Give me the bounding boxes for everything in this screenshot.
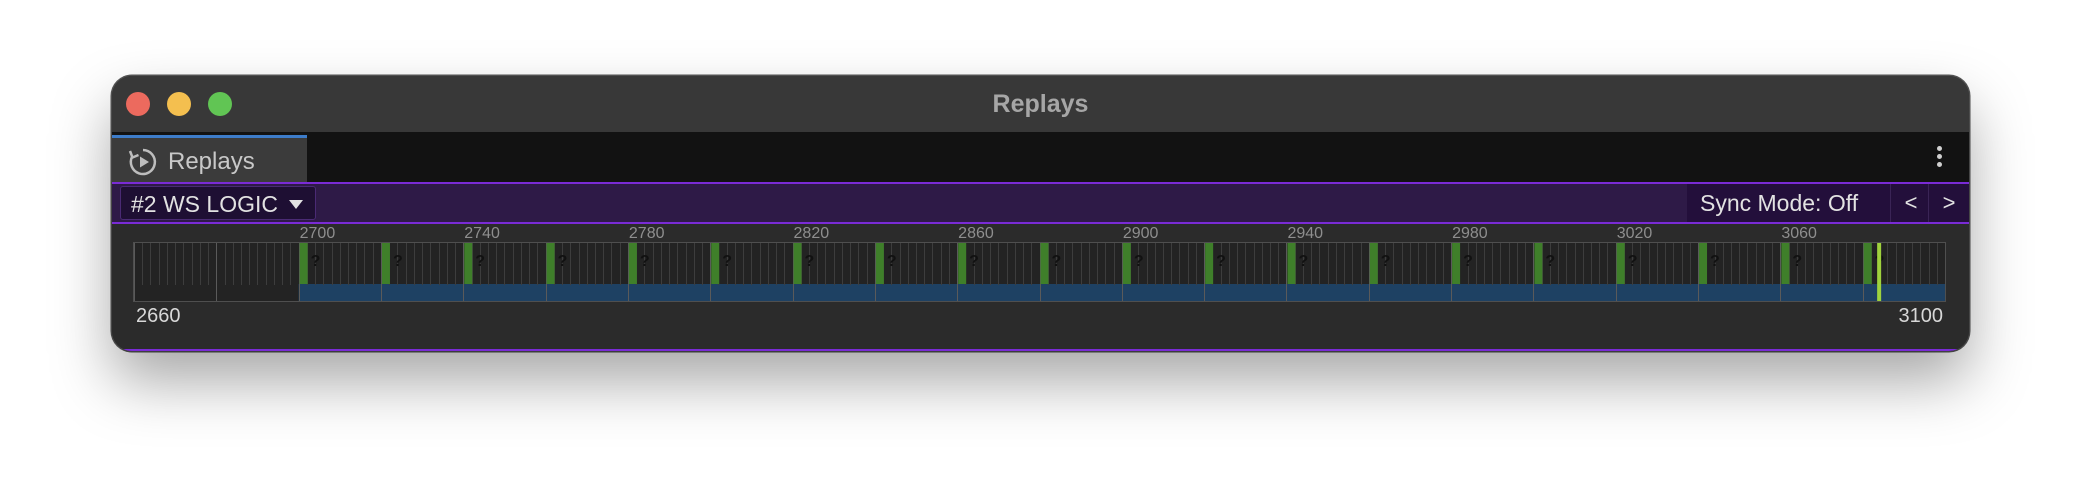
frame-marker[interactable] xyxy=(958,243,967,284)
frame-marker[interactable] xyxy=(1534,243,1543,284)
tick-label: 2980 xyxy=(1452,225,1488,242)
range-min-label: 2660 xyxy=(136,305,181,327)
timeline-track[interactable]: ???????????????????? 2700 2740 2780 2820 286… xyxy=(133,225,1946,302)
tick-label: 3020 xyxy=(1616,225,1653,242)
sync-mode-label: Sync Mode: Off xyxy=(1700,190,1859,216)
frame-marker[interactable] xyxy=(711,243,720,284)
frame-marker-label: ? xyxy=(722,253,732,270)
replay-source-dropdown[interactable]: #2 WS LOGIC xyxy=(120,186,316,220)
tick-label: 2860 xyxy=(958,225,994,242)
frame-marker-label: ? xyxy=(1792,253,1802,270)
frame-marker-label: ? xyxy=(393,253,403,270)
window-title: Replays xyxy=(992,90,1089,118)
title-bar: Replays xyxy=(112,76,1969,132)
next-frame-button[interactable]: > xyxy=(1928,184,1969,222)
frame-marker[interactable] xyxy=(628,243,637,284)
previous-frame-button[interactable]: < xyxy=(1890,184,1931,222)
frame-marker[interactable] xyxy=(1863,243,1872,284)
frame-marker[interactable] xyxy=(1122,243,1131,284)
tick-label: 2700 xyxy=(299,225,336,242)
frame-marker-label: ? xyxy=(1628,253,1638,270)
frame-marker[interactable] xyxy=(1616,243,1625,284)
dropdown-value: #2 WS LOGIC xyxy=(131,191,278,217)
tick-label: 2740 xyxy=(464,225,500,242)
frame-marker-label: ? xyxy=(1134,253,1144,270)
tick-label: 2820 xyxy=(793,225,830,242)
frame-marker-label: ? xyxy=(1545,253,1555,270)
frame-marker-label: ? xyxy=(1710,253,1720,270)
frame-marker-label: ? xyxy=(1463,253,1473,270)
frame-marker-label: ? xyxy=(558,253,568,270)
frame-marker[interactable] xyxy=(1699,243,1708,284)
tick-label: 3060 xyxy=(1781,225,1817,242)
frame-marker-label: ? xyxy=(640,253,650,270)
playhead[interactable] xyxy=(1877,243,1882,301)
frame-marker-label: ? xyxy=(1298,253,1308,270)
frame-marker[interactable] xyxy=(793,243,802,284)
frame-marker-label: ? xyxy=(311,253,321,270)
frame-marker[interactable] xyxy=(1452,243,1461,284)
frame-marker-label: ? xyxy=(805,253,815,270)
frame-marker[interactable] xyxy=(381,243,390,284)
frame-marker-label: ? xyxy=(887,253,897,270)
sync-mode-button[interactable]: Sync Mode: Off xyxy=(1687,184,1891,222)
frame-marker-label: ? xyxy=(969,253,979,270)
tick-label: 2900 xyxy=(1122,225,1159,242)
frame-marker[interactable] xyxy=(875,243,884,284)
frame-marker[interactable] xyxy=(1287,243,1296,284)
frame-marker[interactable] xyxy=(299,243,308,284)
frame-marker[interactable] xyxy=(1040,243,1049,284)
replay-icon xyxy=(128,148,157,176)
frame-marker-label: ? xyxy=(1052,253,1062,270)
tick-label: 2780 xyxy=(628,225,665,242)
more-options-icon[interactable] xyxy=(1937,146,1943,168)
frame-marker[interactable] xyxy=(546,243,555,284)
frame-marker[interactable] xyxy=(1781,243,1790,284)
frame-marker[interactable] xyxy=(1205,243,1214,284)
timeline-panel: ???????????????????? 2700 2740 2780 2820 286… xyxy=(112,224,1969,351)
frame-marker-label: ? xyxy=(1216,253,1226,270)
tick-label: 2940 xyxy=(1287,225,1324,242)
replay-toolbar: #2 WS LOGIC Sync Mode: Off < > xyxy=(112,182,1969,224)
frame-marker-label: ? xyxy=(1381,253,1391,270)
timeline-canvas: ???????????????????? xyxy=(134,243,1945,301)
tab-label: Replays xyxy=(168,148,255,175)
frame-marker-label: ? xyxy=(475,253,485,270)
replays-window: Replays Replays #2 WS LOGIC Sync Mode: O… xyxy=(112,76,1969,351)
chevron-down-icon xyxy=(289,200,303,209)
tab-bar: Replays xyxy=(112,132,1969,182)
range-max-label: 3100 xyxy=(1898,305,1944,327)
frame-marker[interactable] xyxy=(464,243,473,284)
frame-marker[interactable] xyxy=(1369,243,1378,284)
tab-replays[interactable]: Replays xyxy=(112,135,307,182)
